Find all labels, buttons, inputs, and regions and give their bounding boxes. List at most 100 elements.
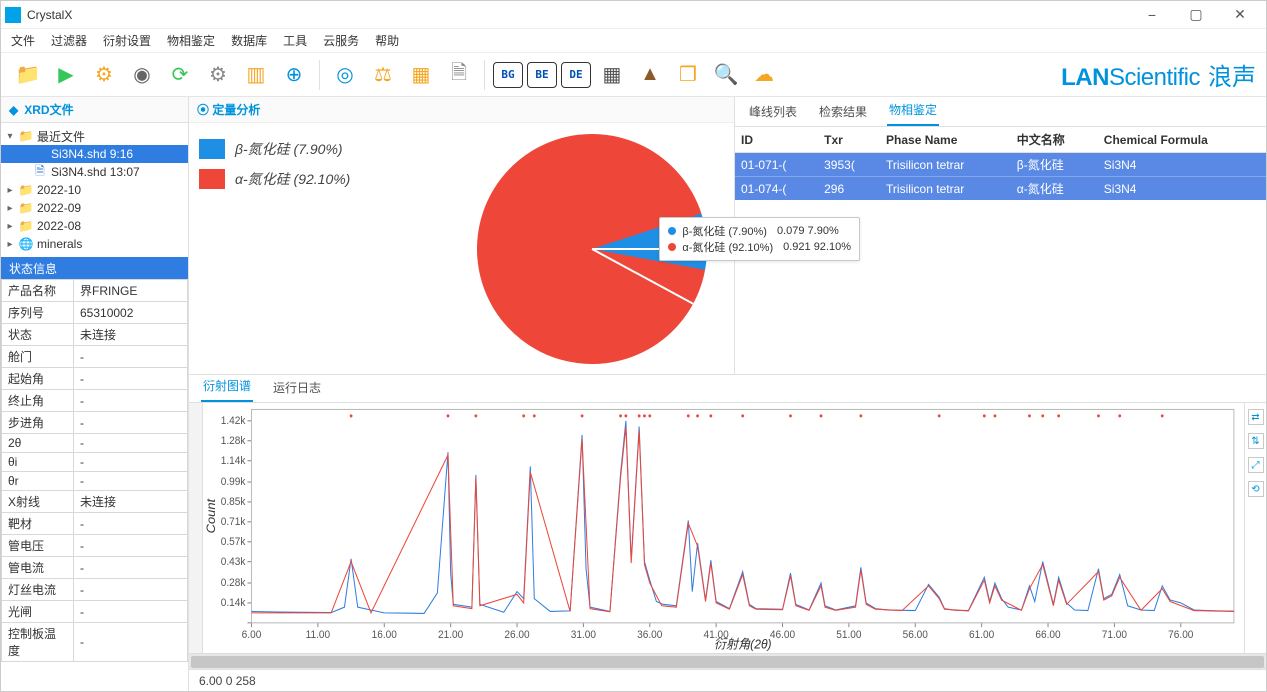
tree-item-label: 2022-08 <box>37 219 81 233</box>
status-label: X射线 <box>2 491 74 513</box>
phase-col-header[interactable]: 中文名称 <box>1011 127 1098 153</box>
toolbar-bg-icon[interactable]: BG <box>493 62 523 88</box>
phase-tab[interactable]: 检索结果 <box>817 97 869 126</box>
chart-cell[interactable]: 0.14k0.28k0.43k0.57k0.71k0.85k0.99k1.14k… <box>203 403 1244 653</box>
phase-cell: Si3N4 <box>1098 153 1266 177</box>
toolbar-de-icon[interactable]: DE <box>561 62 591 88</box>
zoom-fit-icon[interactable]: ⤢ <box>1248 457 1264 473</box>
svg-text:61.00: 61.00 <box>969 630 994 641</box>
menu-item[interactable]: 帮助 <box>375 32 399 49</box>
tree-item[interactable]: ▸📁2022-10 <box>1 181 188 199</box>
phase-col-header[interactable]: Chemical Formula <box>1098 127 1266 153</box>
spectra-tab[interactable]: 衍射图谱 <box>201 371 253 402</box>
status-value: - <box>74 472 188 491</box>
toolbar-gear-orange-icon[interactable]: ⚙ <box>87 58 121 92</box>
status-value: - <box>74 390 188 412</box>
svg-text:0.85k: 0.85k <box>221 497 246 508</box>
menu-item[interactable]: 衍射设置 <box>103 32 151 49</box>
toolbar-heatmap-icon[interactable]: ▦ <box>404 58 438 92</box>
tree-item[interactable]: ▾📁最近文件 <box>1 127 188 145</box>
toolbar-grid-icon[interactable]: ▦ <box>595 58 629 92</box>
toolbar-target-icon[interactable]: ⊕ <box>277 58 311 92</box>
menu-item[interactable]: 过滤器 <box>51 32 87 49</box>
file-tree[interactable]: ▾📁最近文件🗎Si3N4.shd 9:16🗎Si3N4.shd 13:07▸📁2… <box>1 123 188 257</box>
svg-text:0.99k: 0.99k <box>221 477 246 488</box>
menu-item[interactable]: 数据库 <box>231 32 267 49</box>
minimize-button[interactable]: − <box>1130 1 1174 29</box>
toolbar-separator <box>484 60 485 90</box>
status-row: X射线未连接 <box>2 491 188 513</box>
spectra-tab[interactable]: 运行日志 <box>271 373 323 402</box>
toolbar-doc-icon[interactable]: 🗎 <box>442 58 476 92</box>
status-label: 靶材 <box>2 513 74 535</box>
close-button[interactable]: ✕ <box>1218 1 1262 29</box>
status-label: 步进角 <box>2 412 74 434</box>
app-icon <box>5 7 21 23</box>
toolbar-aperture-icon[interactable]: ◉ <box>125 58 159 92</box>
tree-item[interactable]: 🗎Si3N4.shd 13:07 <box>1 163 188 181</box>
chart-hscrollbar[interactable] <box>189 653 1266 669</box>
toolbar-mountain-icon[interactable]: ▲ <box>633 58 667 92</box>
status-value: 界FRINGE <box>74 280 188 302</box>
menu-item[interactable]: 物相鉴定 <box>167 32 215 49</box>
toolbar-refresh-icon[interactable]: ⟳ <box>163 58 197 92</box>
chart-left-gutter[interactable] <box>189 403 203 653</box>
phase-cell: 3953( <box>818 153 880 177</box>
cursor-readout: 6.00 0 258 <box>199 674 256 688</box>
svg-text:0.57k: 0.57k <box>221 537 246 548</box>
phase-cell: β-氮化硅 <box>1011 153 1098 177</box>
tree-caret-icon[interactable]: ▸ <box>5 239 15 250</box>
tree-item[interactable]: ▸🌐minerals <box>1 235 188 253</box>
svg-text:1.42k: 1.42k <box>221 416 246 427</box>
toolbar-folder-icon[interactable]: 📁 <box>11 58 45 92</box>
toolbar-chart-bars-icon[interactable]: ▥ <box>239 58 273 92</box>
svg-text:51.00: 51.00 <box>836 630 861 641</box>
toolbar-zoom-icon[interactable]: 🔍 <box>709 58 743 92</box>
phase-col-header[interactable]: ID <box>735 127 818 153</box>
toolbar-gear-grey-icon[interactable]: ⚙ <box>201 58 235 92</box>
reset-icon[interactable]: ⟲ <box>1248 481 1264 497</box>
phase-tab[interactable]: 物相鉴定 <box>887 95 939 126</box>
tooltip-line: α-氮化硅 (92.10%) 0.921 92.10% <box>668 239 851 255</box>
status-table: 产品名称界FRINGE序列号65310002状态未连接舱门-起始角-终止角-步进… <box>1 279 188 691</box>
toolbar-layers-icon[interactable]: ❒ <box>671 58 705 92</box>
tree-item[interactable]: ▸📁2022-09 <box>1 199 188 217</box>
maximize-button[interactable]: ▢ <box>1174 1 1218 29</box>
tree-caret-icon[interactable]: ▸ <box>5 203 15 214</box>
toolbar-balance-icon[interactable]: ⚖ <box>366 58 400 92</box>
quant-header-icon: ⦿ <box>197 101 209 118</box>
phase-col-header[interactable]: Phase Name <box>880 127 1011 153</box>
tree-caret-icon[interactable]: ▸ <box>5 221 15 232</box>
phase-row[interactable]: 01-071-(3953(Trisilicon tetrarβ-氮化硅Si3N4 <box>735 153 1266 177</box>
toolbar-be-icon[interactable]: BE <box>527 62 557 88</box>
folder-icon: 📁 <box>19 183 33 197</box>
menu-item[interactable]: 云服务 <box>323 32 359 49</box>
menu-item[interactable]: 文件 <box>11 32 35 49</box>
legend-label: α-氮化硅 (92.10%) <box>235 169 350 189</box>
svg-text:76.00: 76.00 <box>1168 630 1193 641</box>
status-row: 靶材- <box>2 513 188 535</box>
phase-cell: Trisilicon tetrar <box>880 177 1011 201</box>
tree-caret-icon[interactable]: ▾ <box>5 131 15 142</box>
phase-col-header[interactable]: Txr <box>818 127 880 153</box>
tree-item-label: Si3N4.shd 9:16 <box>51 147 133 161</box>
legend-item[interactable]: β-氮化硅 (7.90%) <box>199 139 459 159</box>
phase-row[interactable]: 01-074-(296Trisilicon tetrarα-氮化硅Si3N4 <box>735 177 1266 201</box>
svg-text:71.00: 71.00 <box>1102 630 1127 641</box>
tree-item[interactable]: 🗎Si3N4.shd 9:16 <box>1 145 188 163</box>
xrd-plot[interactable]: 0.14k0.28k0.43k0.57k0.71k0.85k0.99k1.14k… <box>203 403 1244 653</box>
tree-caret-icon[interactable]: ▸ <box>5 185 15 196</box>
menu-item[interactable]: 工具 <box>283 32 307 49</box>
pie-tooltip: β-氮化硅 (7.90%) 0.079 7.90%α-氮化硅 (92.10%) … <box>659 217 860 261</box>
toolbar-cloud-db-icon[interactable]: ☁ <box>747 58 781 92</box>
toolbar-play-icon[interactable]: ▶ <box>49 58 83 92</box>
status-row: 终止角- <box>2 390 188 412</box>
status-row: 状态未连接 <box>2 324 188 346</box>
phase-tab[interactable]: 峰线列表 <box>747 97 799 126</box>
pan-up-icon[interactable]: ⇅ <box>1248 433 1264 449</box>
toolbar-fingerprint-icon[interactable]: ◎ <box>328 58 362 92</box>
legend-item[interactable]: α-氮化硅 (92.10%) <box>199 169 459 189</box>
tooltip-dot <box>668 227 676 235</box>
tree-item[interactable]: ▸📁2022-08 <box>1 217 188 235</box>
pan-left-icon[interactable]: ⇄ <box>1248 409 1264 425</box>
